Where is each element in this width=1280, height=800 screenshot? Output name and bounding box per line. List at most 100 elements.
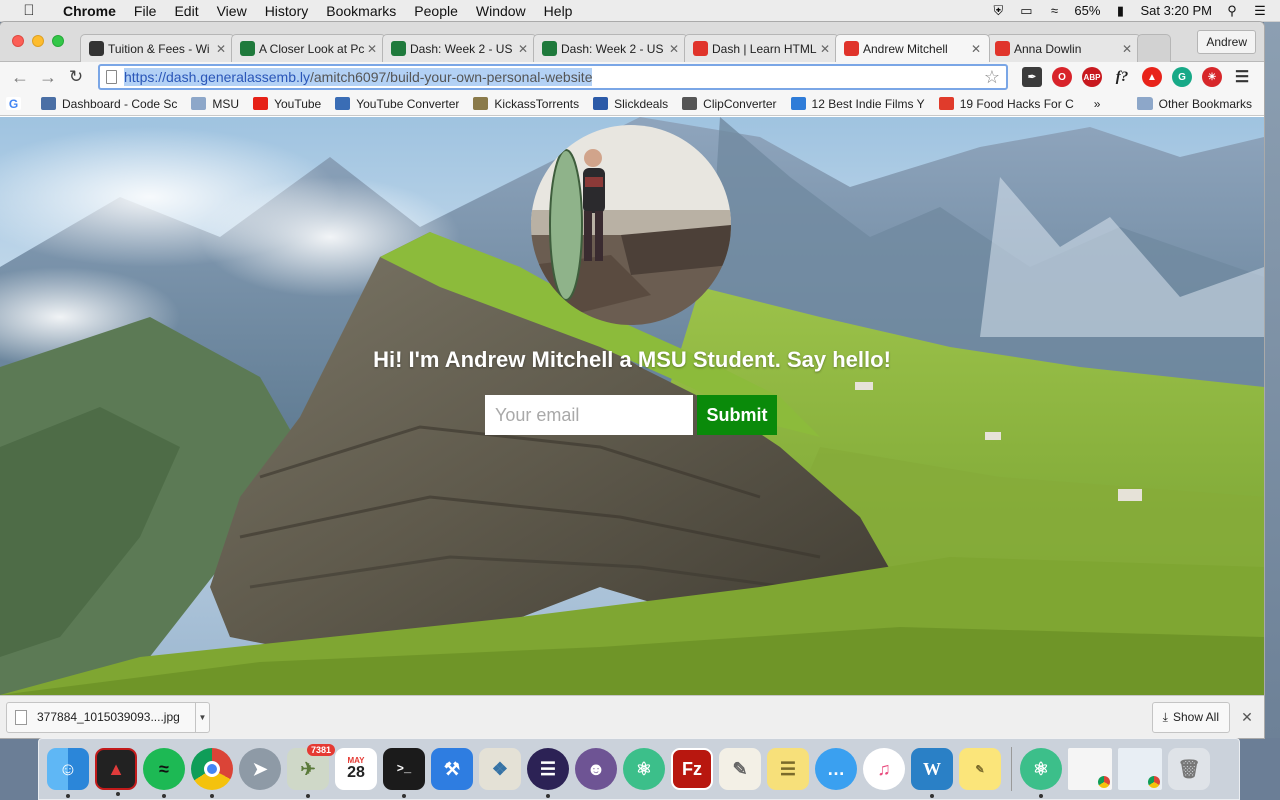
bookmarks-overflow[interactable]: »: [1094, 97, 1101, 111]
menu-help[interactable]: Help: [535, 3, 582, 19]
tab-5[interactable]: Dash | Learn HTML ✕: [684, 34, 839, 62]
show-all-downloads-button[interactable]: ⤓ Show All: [1151, 701, 1230, 733]
spotify-icon[interactable]: ≈: [143, 748, 185, 798]
itunes-icon[interactable]: ♫: [863, 748, 905, 790]
github-icon[interactable]: ☻: [575, 748, 617, 790]
new-tab-button[interactable]: [1137, 34, 1171, 62]
forward-icon[interactable]: →: [34, 67, 62, 88]
atom-icon[interactable]: ⚛: [623, 748, 665, 790]
tab-close-icon[interactable]: ✕: [969, 42, 983, 56]
menu-view[interactable]: View: [208, 3, 256, 19]
airplay-icon[interactable]: ▭: [1018, 3, 1034, 18]
battery-percent[interactable]: 65%: [1074, 3, 1100, 18]
bookmark-item[interactable]: ClipConverter: [682, 96, 777, 111]
tab-6[interactable]: Andrew Mitchell ✕: [835, 34, 990, 62]
tab-close-icon[interactable]: ✕: [1120, 42, 1134, 56]
bookmark-item[interactable]: MSU: [191, 97, 239, 111]
download-menu-chevron-icon[interactable]: ▼: [195, 702, 209, 732]
minimize-window-button[interactable]: [32, 35, 44, 47]
shield-icon: [473, 97, 489, 110]
flash-extension-icon[interactable]: ▲: [1142, 67, 1162, 87]
reload-icon[interactable]: ↻: [62, 67, 90, 87]
tab-4[interactable]: Dash: Week 2 - US ✕: [533, 34, 688, 62]
chrome-badge-icon: [1098, 776, 1110, 788]
apple-menu-icon[interactable]: : [18, 2, 40, 19]
bookmarks-bar: G Dashboard - Code Sc MSU YouTube YouTube C…: [0, 92, 1264, 116]
tab-7[interactable]: Anna Dowlin ✕: [986, 34, 1141, 62]
other-bookmarks[interactable]: Other Bookmarks: [1136, 97, 1252, 111]
menu-file[interactable]: File: [125, 3, 166, 19]
chrome-window-thumbnail-2-icon[interactable]: [1118, 748, 1162, 790]
terminal-icon[interactable]: >_: [383, 748, 425, 798]
launchpad-rocket-icon[interactable]: ➤: [239, 748, 281, 790]
function-extension-icon[interactable]: f?: [1112, 67, 1132, 87]
sun-extension-icon[interactable]: ☀: [1202, 67, 1222, 87]
eyedropper-extension-icon[interactable]: ✒: [1022, 67, 1042, 87]
grammarly-icon[interactable]: G: [1172, 67, 1192, 87]
vpn-shield-icon[interactable]: ⛨: [990, 3, 1006, 18]
tab-close-icon[interactable]: ✕: [818, 42, 832, 56]
battery-icon[interactable]: ▮: [1112, 3, 1128, 18]
profile-button[interactable]: Andrew: [1197, 30, 1256, 54]
tab-close-icon[interactable]: ✕: [667, 42, 681, 56]
menu-people[interactable]: People: [405, 3, 467, 19]
bookmark-label: KickassTorrents: [494, 96, 580, 111]
menu-history[interactable]: History: [256, 3, 318, 19]
bookmark-label: ClipConverter: [703, 96, 777, 111]
bookmark-item[interactable]: KickassTorrents: [473, 97, 579, 111]
address-bar[interactable]: https://dash.generalassemb.ly/amitch6097…: [98, 64, 1008, 90]
chrome-icon[interactable]: [191, 748, 233, 798]
filezilla-icon[interactable]: Fz: [671, 748, 713, 790]
extension-icons: ✒ O ABP f? ▲ G ☀ ☰: [1022, 67, 1252, 87]
eclipse-icon[interactable]: ☰: [527, 748, 569, 798]
finder-icon[interactable]: ☺: [47, 748, 89, 798]
chrome-menu-icon[interactable]: ☰: [1232, 67, 1252, 87]
page-info-icon[interactable]: [106, 70, 117, 84]
trash-icon[interactable]: 🗑: [1168, 748, 1210, 790]
menu-app-name[interactable]: Chrome: [54, 3, 125, 19]
bookmark-item[interactable]: 19 Food Hacks For C: [938, 97, 1074, 111]
bookmark-item[interactable]: Dashboard - Code Sc: [41, 97, 177, 111]
word-icon[interactable]: W: [911, 748, 953, 798]
back-icon[interactable]: ←: [6, 67, 34, 88]
menu-window[interactable]: Window: [467, 3, 535, 19]
python-icon[interactable]: ❖: [479, 748, 521, 790]
bookmark-item[interactable]: YouTube Converter: [335, 97, 459, 111]
submit-button[interactable]: Submit: [697, 395, 777, 435]
fullscreen-window-button[interactable]: [52, 35, 64, 47]
tab-close-icon[interactable]: ✕: [365, 42, 379, 56]
tab-3[interactable]: Dash: Week 2 - US ✕: [382, 34, 537, 62]
acrobat-icon[interactable]: ▲: [95, 748, 137, 796]
close-shelf-icon[interactable]: ✕: [1230, 709, 1264, 726]
apps-shortcut[interactable]: G: [6, 97, 27, 111]
chrome-window-thumbnail-icon[interactable]: [1068, 748, 1112, 790]
notification-center-icon[interactable]: ☰: [1252, 3, 1268, 18]
wifi-icon[interactable]: ≈: [1046, 3, 1062, 18]
menu-edit[interactable]: Edit: [165, 3, 207, 19]
url-text[interactable]: https://dash.generalassemb.ly/amitch6097…: [124, 68, 593, 86]
calendar-icon[interactable]: MAY 28: [335, 748, 377, 790]
notes-icon[interactable]: ☰: [767, 748, 809, 790]
tab-close-icon[interactable]: ✕: [214, 42, 228, 56]
close-window-button[interactable]: [12, 35, 24, 47]
bookmark-star-icon[interactable]: ☆: [984, 67, 1000, 88]
spotlight-search-icon[interactable]: ⚲: [1224, 3, 1240, 18]
atom-minimized-icon[interactable]: ⚛: [1020, 748, 1062, 798]
menu-bookmarks[interactable]: Bookmarks: [317, 3, 405, 19]
adblock-plus-icon[interactable]: ABP: [1082, 67, 1102, 87]
menu-clock[interactable]: Sat 3:20 PM: [1140, 3, 1212, 18]
download-item[interactable]: 377884_1015039093....jpg ▼: [6, 701, 210, 733]
bookmark-item[interactable]: 12 Best Indie Films Y: [790, 97, 925, 111]
bookmark-item[interactable]: Slickdeals: [593, 97, 668, 111]
opera-extension-icon[interactable]: O: [1052, 67, 1072, 87]
email-input[interactable]: [485, 395, 693, 435]
xcode-icon[interactable]: ⚒: [431, 748, 473, 790]
textedit-icon[interactable]: ✎: [719, 748, 761, 790]
tab-2[interactable]: A Closer Look at Pc ✕: [231, 34, 386, 62]
messages-icon[interactable]: …: [815, 748, 857, 790]
tab-close-icon[interactable]: ✕: [516, 42, 530, 56]
stickies-icon[interactable]: ✎: [959, 748, 1001, 790]
bookmark-item[interactable]: YouTube: [253, 97, 321, 111]
tab-1[interactable]: Tuition & Fees - Wi ✕: [80, 34, 235, 62]
photos-eagle-icon[interactable]: ✈ 7381: [287, 744, 335, 798]
